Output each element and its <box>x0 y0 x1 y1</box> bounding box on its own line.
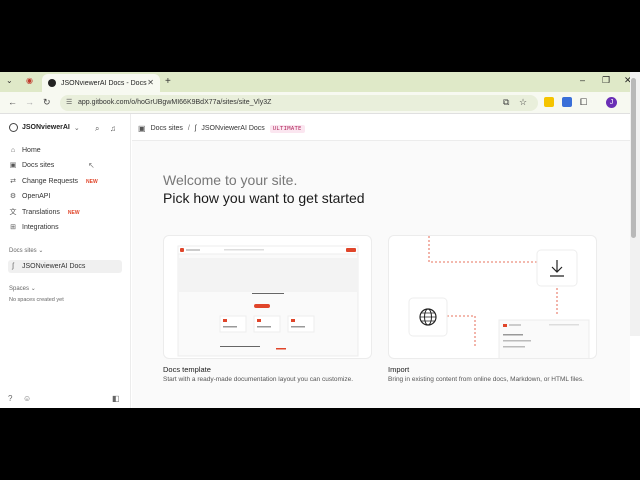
tab-close-icon[interactable]: ✕ <box>147 78 154 87</box>
minimize-icon[interactable]: – <box>580 75 585 85</box>
search-icon[interactable]: ⌕ <box>95 124 99 134</box>
extensions-puzzle-icon[interactable]: ⧠ <box>580 97 587 108</box>
sidebar-item-label: Change Requests <box>22 178 79 185</box>
extension-icon[interactable] <box>562 97 572 107</box>
sidebar-item-label: Integrations <box>22 224 59 231</box>
reload-icon[interactable]: ↻ <box>43 97 51 108</box>
sidebar-item-integrations[interactable]: ⊞ Integrations <box>8 221 122 234</box>
install-app-icon[interactable]: ⧉ <box>503 97 509 108</box>
sidebar: JSONviewerAI ⌄ ⌕ ♫ ⌂ Home ▣ Docs sites ↖… <box>0 114 131 408</box>
extension-icon[interactable] <box>544 97 554 107</box>
url-text: app.gitbook.com/o/hoGrUBgwMI66K9BdX77a/s… <box>78 99 272 106</box>
sidebar-item-home[interactable]: ⌂ Home <box>8 144 122 157</box>
section-label: Spaces <box>9 286 30 292</box>
org-name: JSONviewerAI <box>22 124 70 131</box>
site-icon: ʃ <box>194 125 197 132</box>
spaces-empty-text: No spaces created yet <box>9 297 64 303</box>
home-icon: ⌂ <box>10 146 16 154</box>
docs-sites-icon: ▣ <box>138 124 146 133</box>
sidebar-item-docs-sites[interactable]: ▣ Docs sites ↖ <box>8 159 122 172</box>
sidebar-item-translations[interactable]: 文 Translations NEW <box>8 206 122 219</box>
import-title: Import <box>388 365 410 374</box>
screen: ⌄ ◉ JSONviewerAI Docs - Docs site ✕ + – … <box>0 72 640 408</box>
settings-icon[interactable]: ☺ <box>23 394 31 403</box>
chevron-down-icon: ⌄ <box>38 248 44 254</box>
content-area: Welcome to your site. Pick how you want … <box>132 140 630 408</box>
integrations-icon: ⊞ <box>10 223 16 231</box>
bookmark-star-icon[interactable]: ☆ <box>519 97 527 108</box>
spaces-section-toggle[interactable]: Spaces ⌄ <box>9 285 36 292</box>
plan-badge: ULTIMATE <box>269 124 305 133</box>
breadcrumb-root[interactable]: Docs sites <box>151 125 183 132</box>
sidebar-item-label: Translations <box>22 209 60 216</box>
collapse-sidebar-icon[interactable]: ◧ <box>112 394 120 403</box>
new-badge: NEW <box>67 209 80 216</box>
site-icon: ʃ <box>12 262 14 270</box>
site-info-icon[interactable]: ☰ <box>66 95 72 111</box>
breadcrumb-current[interactable]: JSONviewerAI Docs <box>201 125 264 132</box>
docs-template-preview-illustration <box>177 245 359 357</box>
chevron-down-icon: ⌄ <box>73 124 80 132</box>
gitbook-favicon-icon <box>48 79 56 87</box>
address-bar[interactable]: ☰ app.gitbook.com/o/hoGrUBgwMI66K9BdX77a… <box>60 95 538 111</box>
tab-search-icon[interactable]: ⌄ <box>6 76 13 85</box>
import-desc: Bring in existing content from online do… <box>388 376 584 383</box>
org-switcher[interactable]: JSONviewerAI ⌄ <box>9 123 80 132</box>
back-icon[interactable]: ← <box>8 97 17 107</box>
translations-icon: 文 <box>9 208 17 216</box>
forward-icon[interactable]: → <box>25 97 34 107</box>
sidebar-site-jsonviewerai-docs[interactable]: ʃ JSONviewerAI Docs <box>8 260 122 273</box>
profile-avatar[interactable]: J <box>606 97 617 108</box>
pick-heading: Pick how you want to get started <box>163 190 365 206</box>
restore-icon[interactable]: ❐ <box>602 75 610 86</box>
new-tab-icon[interactable]: + <box>165 76 171 87</box>
section-label: Docs sites <box>9 248 37 254</box>
welcome-heading: Welcome to your site. <box>163 172 298 188</box>
new-badge: NEW <box>86 178 98 185</box>
breadcrumb-separator: / <box>187 125 190 132</box>
gitbook-app: JSONviewerAI ⌄ ⌕ ♫ ⌂ Home ▣ Docs sites ↖… <box>0 114 640 408</box>
chevron-down-icon: ⌄ <box>30 286 36 292</box>
sidebar-item-openapi[interactable]: ⚙ OpenAPI <box>8 190 122 203</box>
browser-toolbar: ← → ↻ ☰ app.gitbook.com/o/hoGrUBgwMI66K9… <box>0 92 640 114</box>
sidebar-item-label: Home <box>22 147 41 154</box>
browser-tab[interactable]: JSONviewerAI Docs - Docs site ✕ <box>42 74 160 92</box>
docs-sites-icon: ▣ <box>9 161 17 169</box>
openapi-icon: ⚙ <box>9 192 17 200</box>
docs-template-title: Docs template <box>163 365 211 374</box>
tab-title: JSONviewerAI Docs - Docs site <box>61 79 149 87</box>
import-preview-illustration <box>408 236 590 358</box>
change-requests-icon: ⇄ <box>10 177 16 185</box>
sidebar-item-label: JSONviewerAI Docs <box>22 263 86 270</box>
page-scrollbar-thumb[interactable] <box>631 78 636 238</box>
docs-template-desc: Start with a ready-made documentation la… <box>163 376 354 383</box>
sidebar-item-label: OpenAPI <box>22 193 51 200</box>
recording-icon[interactable]: ◉ <box>26 76 33 85</box>
import-card[interactable] <box>388 235 597 359</box>
breadcrumb: ▣ Docs sites / ʃ JSONviewerAI Docs ULTIM… <box>138 124 305 133</box>
sidebar-item-change-requests[interactable]: ⇄ Change Requests NEW <box>8 175 122 188</box>
org-avatar-icon <box>9 123 18 132</box>
help-icon[interactable]: ? <box>8 394 12 403</box>
main-panel: ▣ Docs sites / ʃ JSONviewerAI Docs ULTIM… <box>132 114 630 408</box>
docs-template-card[interactable] <box>163 235 372 359</box>
sidebar-item-label: Docs sites <box>22 162 55 169</box>
browser-tab-bar: ⌄ ◉ JSONviewerAI Docs - Docs site ✕ + – … <box>0 72 640 92</box>
docs-sites-section-toggle[interactable]: Docs sites ⌄ <box>9 247 43 254</box>
mouse-cursor-icon: ↖ <box>88 161 95 170</box>
notifications-bell-icon[interactable]: ♫ <box>110 124 116 133</box>
